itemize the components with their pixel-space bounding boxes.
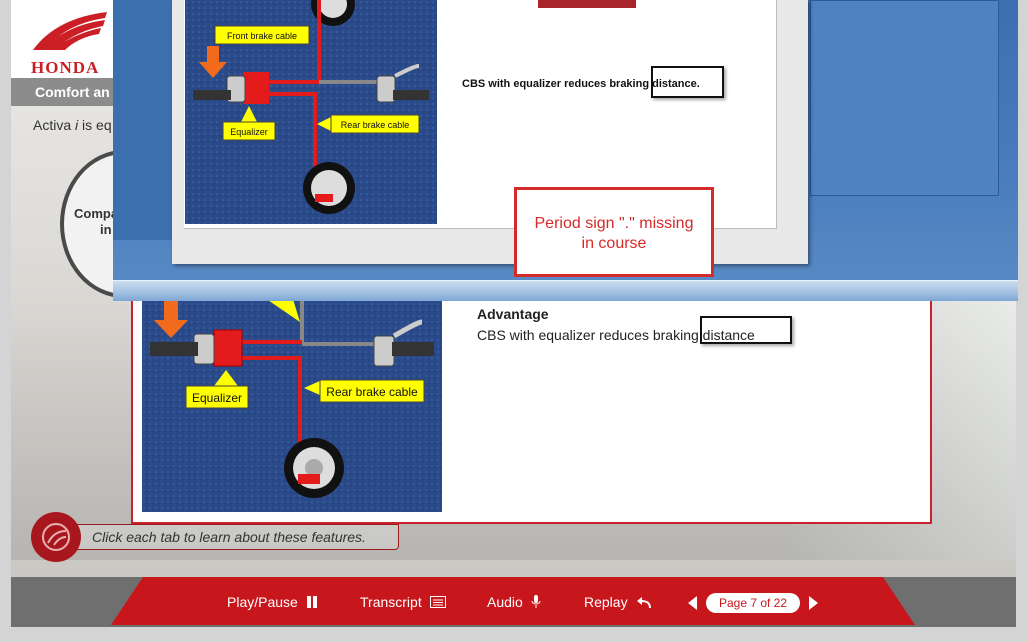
annotation-highlight-box: [651, 66, 724, 98]
honda-wing-icon: [33, 12, 107, 50]
review-callout: Period sign "." missing in course: [514, 187, 714, 277]
equalizer-label: Equalizer: [230, 127, 268, 137]
play-pause-button[interactable]: Play/Pause: [227, 594, 318, 610]
intro-text-part: Activa: [33, 117, 76, 133]
play-pause-label: Play/Pause: [227, 594, 298, 610]
compare-tab-label: Compa: [74, 206, 119, 221]
overlay-left-block: [113, 0, 173, 240]
overlay-screenshot: Front brake cable Equalizer Rear brake c…: [113, 0, 1018, 301]
transcript-label: Transcript: [360, 594, 422, 610]
brake-diagram-image: Front brake cable Equalizer Rear brake c…: [185, 0, 437, 224]
next-arrow-icon[interactable]: [809, 596, 818, 610]
rear-brake-cable-label: Rear brake cable: [341, 120, 410, 130]
intro-text-part: is eq: [78, 117, 112, 133]
overlay-bottom-strip: [113, 280, 1018, 301]
audio-label: Audio: [487, 594, 523, 610]
hint-bar: Click each tab to learn about these feat…: [76, 524, 399, 550]
equalizer-label: Equalizer: [192, 391, 242, 405]
transcript-button[interactable]: Transcript: [360, 594, 446, 610]
brake-diagram-image: Equalizer Rear brake cable: [142, 296, 442, 512]
overlay-right-panel: [810, 0, 999, 196]
logo-text: HONDA: [31, 58, 100, 77]
section-title: Comfort an: [35, 84, 110, 100]
front-brake-cable-label: Front brake cable: [227, 31, 297, 41]
player-nav-bar: Play/Pause Transcript Audio Replay Page …: [111, 577, 915, 625]
intro-text: Activa i is eq: [33, 117, 112, 133]
section-header-bar: Comfort an: [11, 78, 114, 106]
transcript-icon: [429, 596, 446, 608]
hint-gesture-icon: [31, 512, 81, 562]
hint-text: Click each tab to learn about these feat…: [92, 529, 366, 545]
replay-icon: [636, 597, 651, 608]
rear-brake-cable-label: Rear brake cable: [326, 385, 418, 399]
pause-icon: [306, 596, 317, 608]
honda-logo: HONDA: [11, 0, 114, 78]
slide-tab-bar: [538, 0, 636, 8]
replay-button[interactable]: Replay: [584, 594, 652, 610]
callout-line: in course: [581, 235, 647, 252]
annotation-highlight-box: [700, 316, 792, 344]
page-indicator: Page 7 of 22: [706, 593, 800, 613]
callout-text: Period sign "." missing in course: [517, 214, 711, 254]
audio-button[interactable]: Audio: [487, 594, 541, 610]
detail-panel: Equalizer Rear brake cable Advantage CBS…: [131, 296, 932, 524]
advantage-title: Advantage: [477, 306, 549, 322]
microphone-icon: [531, 595, 541, 608]
prev-arrow-icon[interactable]: [688, 596, 697, 610]
compare-tab-label: in: [100, 222, 112, 237]
callout-line: Period sign "." missing: [534, 215, 694, 232]
replay-label: Replay: [584, 594, 628, 610]
